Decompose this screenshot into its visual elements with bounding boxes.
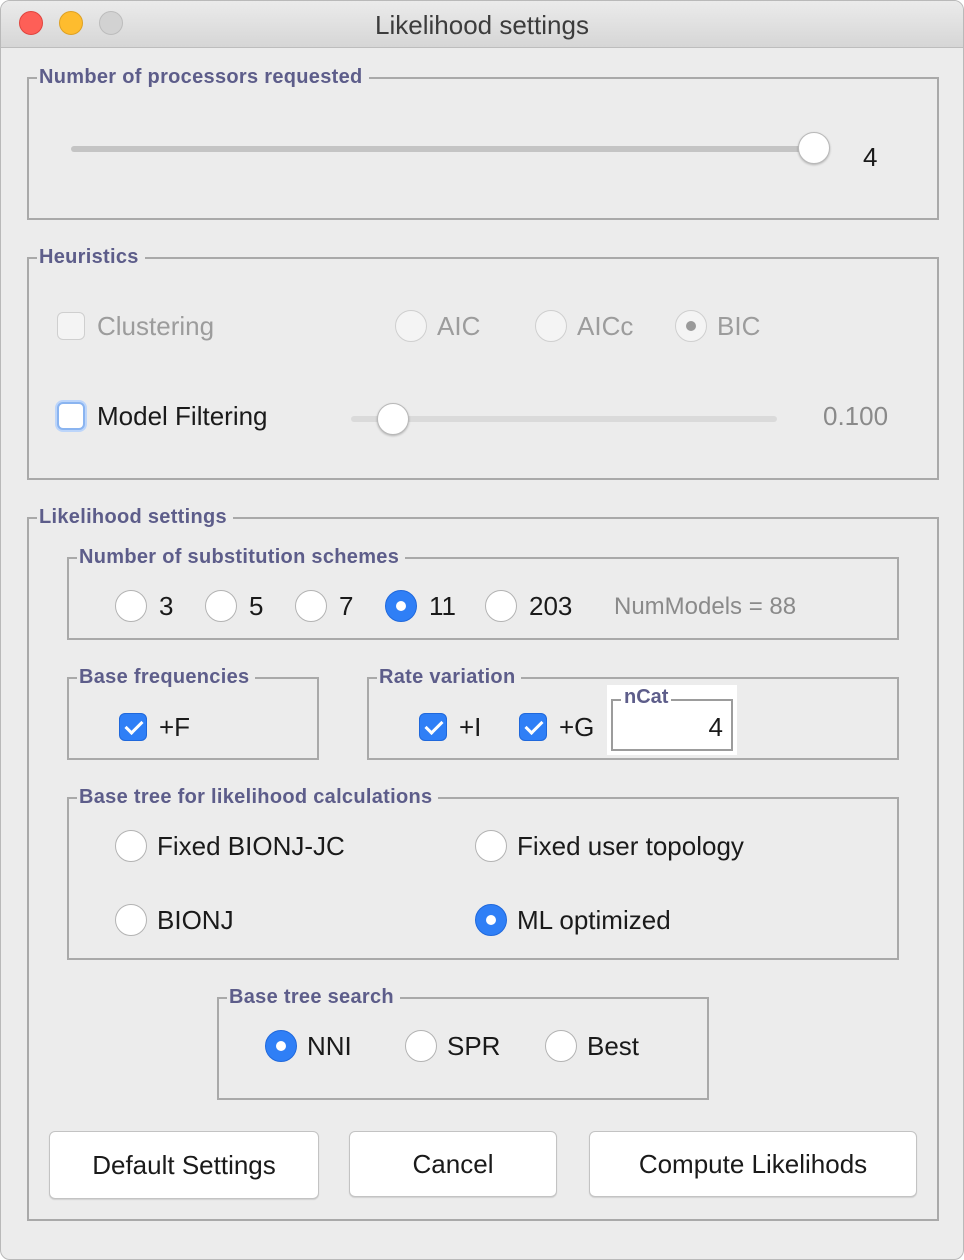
clustering-checkbox[interactable] [57, 312, 85, 340]
model-filtering-checkbox[interactable] [57, 402, 85, 430]
best-label: Best [587, 1030, 639, 1062]
nni-label: NNI [307, 1030, 352, 1062]
scheme-5-label: 5 [249, 590, 263, 622]
spr-label: SPR [447, 1030, 500, 1062]
processors-legend: Number of processors requested [37, 64, 369, 90]
model-filtering-label: Model Filtering [97, 400, 268, 432]
ncat-label: nCat [621, 685, 671, 709]
bic-label: BIC [717, 310, 760, 342]
bic-radio[interactable] [675, 310, 707, 342]
heuristics-group: Heuristics Clustering AIC AICc BIC Model… [27, 257, 939, 480]
filter-value: 0.100 [823, 400, 888, 432]
plus-g-checkbox[interactable] [519, 713, 547, 741]
best-radio[interactable] [545, 1030, 577, 1062]
aicc-label: AICc [577, 310, 633, 342]
processors-value: 4 [863, 141, 877, 173]
ml-optimized-label: ML optimized [517, 904, 671, 936]
compute-likelihoods-button[interactable]: Compute Likelihods [589, 1131, 917, 1197]
nni-radio[interactable] [265, 1030, 297, 1062]
fixed-user-topology-label: Fixed user topology [517, 830, 744, 862]
likelihood-settings-legend: Likelihood settings [37, 504, 233, 530]
base-tree-group: Base tree for likelihood calculations Fi… [67, 797, 899, 960]
base-tree-legend: Base tree for likelihood calculations [77, 784, 438, 810]
processors-group: Number of processors requested 4 [27, 77, 939, 220]
aic-radio[interactable] [395, 310, 427, 342]
base-frequencies-legend: Base frequencies [77, 664, 255, 690]
ml-optimized-radio[interactable] [475, 904, 507, 936]
title-bar: Likelihood settings [1, 1, 963, 48]
bionj-label: BIONJ [157, 904, 234, 936]
fixed-user-topology-radio[interactable] [475, 830, 507, 862]
scheme-11-label: 11 [429, 590, 456, 622]
ncat-value[interactable]: 4 [709, 711, 723, 743]
ncat-field[interactable]: nCat 4 [607, 685, 737, 755]
schemes-legend: Number of substitution schemes [77, 544, 405, 570]
cancel-button[interactable]: Cancel [349, 1131, 557, 1197]
num-models-label: NumModels = 88 [614, 591, 796, 623]
plus-i-checkbox[interactable] [419, 713, 447, 741]
scheme-11-radio[interactable] [385, 590, 417, 622]
scheme-7-label: 7 [339, 590, 353, 622]
scheme-3-label: 3 [159, 590, 173, 622]
plus-f-checkbox[interactable] [119, 713, 147, 741]
bionj-radio[interactable] [115, 904, 147, 936]
tree-search-legend: Base tree search [227, 984, 400, 1010]
aicc-radio[interactable] [535, 310, 567, 342]
processors-slider-track[interactable] [71, 146, 821, 152]
fixed-bionj-jc-label: Fixed BIONJ-JC [157, 830, 345, 862]
aic-label: AIC [437, 310, 480, 342]
scheme-3-radio[interactable] [115, 590, 147, 622]
plus-i-label: +I [459, 711, 481, 743]
scheme-203-radio[interactable] [485, 590, 517, 622]
heuristics-legend: Heuristics [37, 244, 145, 270]
tree-search-group: Base tree search NNI SPR Best [217, 997, 709, 1100]
filter-slider-track[interactable] [351, 416, 777, 422]
scheme-7-radio[interactable] [295, 590, 327, 622]
fixed-bionj-jc-radio[interactable] [115, 830, 147, 862]
plus-f-label: +F [159, 711, 190, 743]
window-title: Likelihood settings [1, 10, 963, 41]
base-frequencies-group: Base frequencies +F [67, 677, 319, 760]
schemes-group: Number of substitution schemes 3 5 7 11 … [67, 557, 899, 640]
spr-radio[interactable] [405, 1030, 437, 1062]
plus-g-label: +G [559, 711, 594, 743]
processors-slider-knob[interactable] [798, 132, 830, 164]
scheme-5-radio[interactable] [205, 590, 237, 622]
rate-variation-legend: Rate variation [377, 664, 521, 690]
default-settings-button[interactable]: Default Settings [49, 1131, 319, 1199]
clustering-label: Clustering [97, 310, 214, 342]
filter-slider-knob[interactable] [377, 403, 409, 435]
scheme-203-label: 203 [529, 590, 572, 622]
likelihood-settings-window: Likelihood settings Number of processors… [0, 0, 964, 1260]
